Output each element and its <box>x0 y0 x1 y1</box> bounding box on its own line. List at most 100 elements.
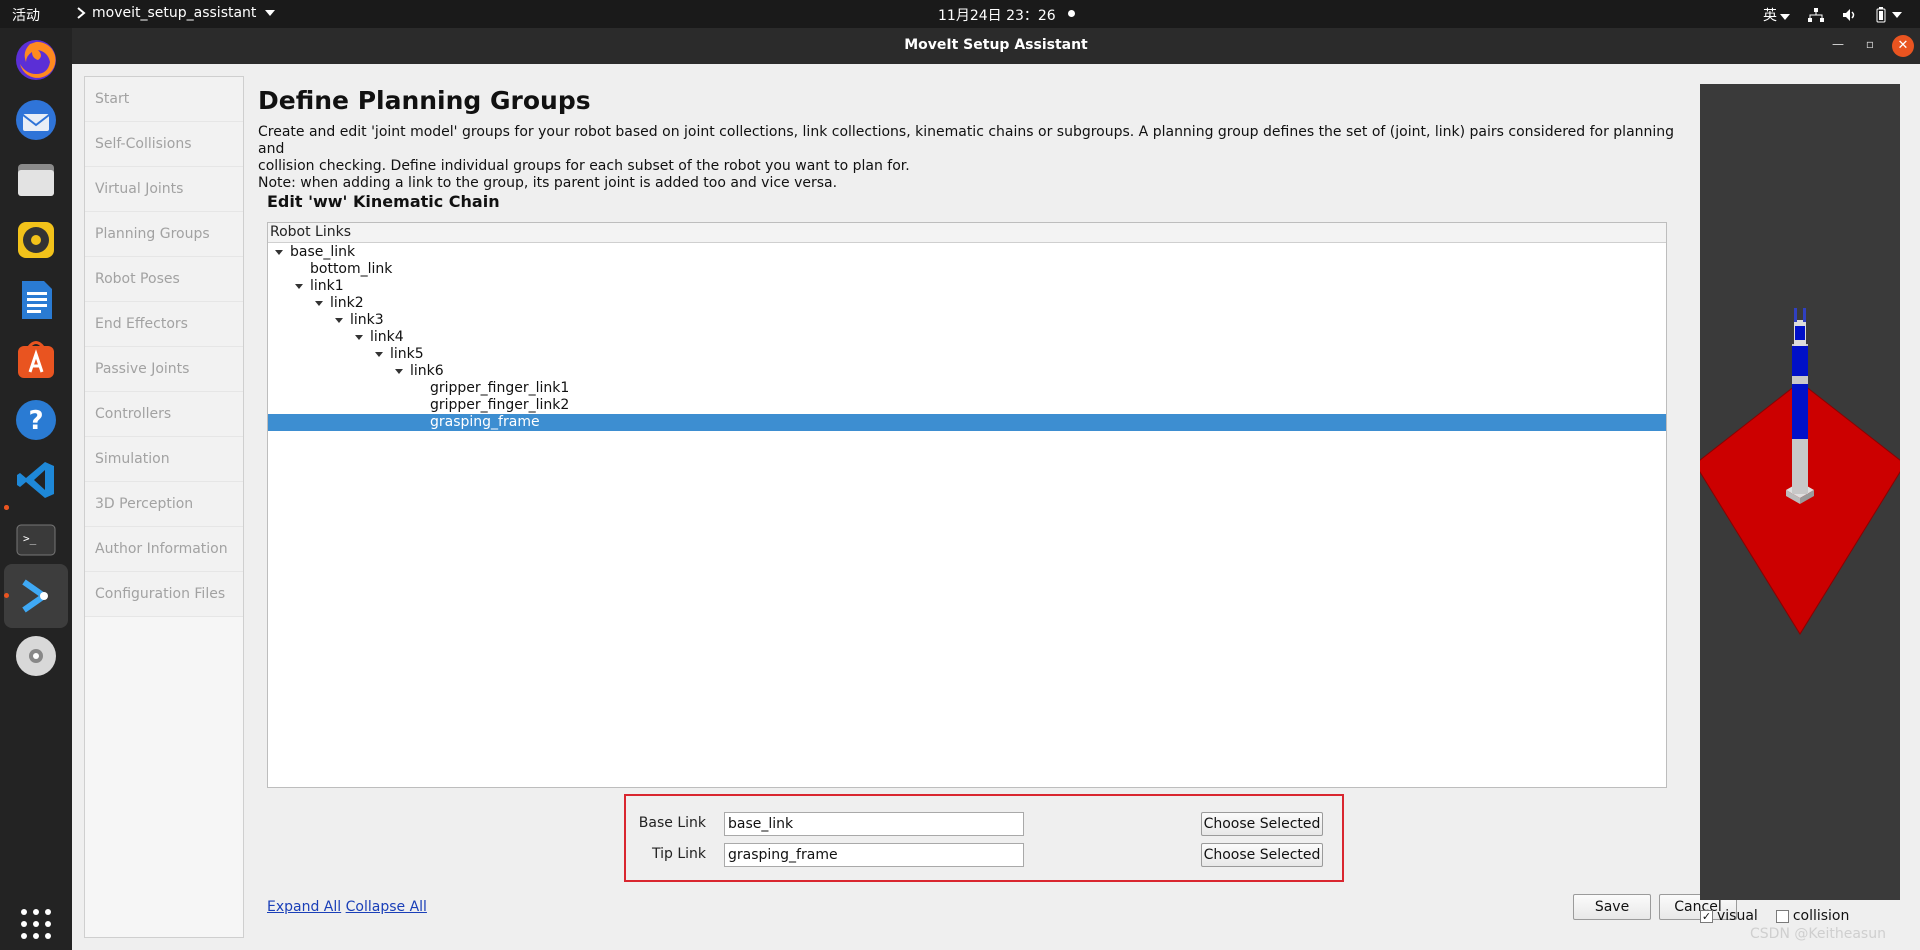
network-icon <box>1808 8 1824 22</box>
expand-arrow-icon[interactable] <box>355 335 363 340</box>
chevron-down-icon <box>265 10 276 16</box>
main-panel: Define Planning Groups Create and edit '… <box>258 76 1737 938</box>
dvd-icon[interactable] <box>12 632 60 680</box>
nav-item-controllers[interactable]: Controllers <box>85 392 243 437</box>
tree-node-base-link[interactable]: base_link <box>268 244 1666 261</box>
running-indicator-icon <box>4 593 9 598</box>
expand-arrow-icon[interactable] <box>375 352 383 357</box>
choose-selected-base-button[interactable]: Choose Selected <box>1201 812 1323 836</box>
moveit-app-icon[interactable] <box>12 572 60 620</box>
tree-node-label: link3 <box>350 312 384 328</box>
maximize-icon[interactable]: ▫ <box>1866 37 1874 51</box>
tree-node-label: bottom_link <box>310 261 393 277</box>
tree-node-link4[interactable]: link4 <box>268 329 1666 346</box>
tree-node-bottom-link[interactable]: bottom_link <box>268 261 1666 278</box>
dock: ? >_ <box>0 28 72 950</box>
collision-checkbox[interactable] <box>1775 909 1789 923</box>
tree-node-link2[interactable]: link2 <box>268 295 1666 312</box>
software-center-icon[interactable] <box>12 336 60 384</box>
vscode-icon[interactable] <box>12 456 60 504</box>
firefox-icon[interactable] <box>12 36 60 84</box>
tree-node-label: gripper_finger_link1 <box>430 380 570 396</box>
help-icon[interactable]: ? <box>12 396 60 444</box>
render-options: ✓ visual collision <box>1700 908 1849 924</box>
nav-item-configuration-files[interactable]: Configuration Files <box>85 572 243 617</box>
volume-icon <box>1843 9 1855 21</box>
app-window: MoveIt Setup Assistant — ▫ ✕ Start Self-… <box>72 28 1920 950</box>
system-tray[interactable]: 英 <box>1763 5 1902 25</box>
power-menu[interactable] <box>1876 7 1902 23</box>
tree-node-link6[interactable]: link6 <box>268 363 1666 380</box>
writer-icon[interactable] <box>12 276 60 324</box>
collapse-all-link[interactable]: Collapse All <box>346 899 427 915</box>
wizard-nav: Start Self-Collisions Virtual Joints Pla… <box>84 76 244 938</box>
tree-node-label: link4 <box>370 329 404 345</box>
tree-node-link1[interactable]: link1 <box>268 278 1666 295</box>
robot-3d-view[interactable] <box>1700 84 1900 900</box>
expand-arrow-icon[interactable] <box>295 284 303 289</box>
expand-arrow-icon[interactable] <box>395 369 403 374</box>
chain-links-box: Base Link Choose Selected Tip Link Choos… <box>624 794 1344 882</box>
tree-expand-links: Expand All Collapse All <box>267 899 427 915</box>
tree-node-gripper-finger-link2[interactable]: gripper_finger_link2 <box>268 397 1666 414</box>
window-title: MoveIt Setup Assistant <box>904 37 1088 53</box>
nav-item-simulation[interactable]: Simulation <box>85 437 243 482</box>
watermark: CSDN @Keitheasun <box>1750 926 1886 942</box>
app-menu-label: moveit_setup_assistant <box>92 5 257 21</box>
tree-node-link5[interactable]: link5 <box>268 346 1666 363</box>
tree-header: Robot Links <box>268 223 1666 243</box>
show-apps-icon[interactable] <box>12 900 60 948</box>
description-line: Note: when adding a link to the group, i… <box>258 175 838 191</box>
tip-link-label: Tip Link <box>651 846 706 862</box>
base-link-input[interactable] <box>724 812 1024 836</box>
app-icon <box>77 7 86 19</box>
page-title: Define Planning Groups <box>258 86 591 115</box>
nav-item-self-collisions[interactable]: Self-Collisions <box>85 122 243 167</box>
tree-node-label: base_link <box>290 244 356 260</box>
thunderbird-icon[interactable] <box>12 96 60 144</box>
tip-link-input[interactable] <box>724 843 1024 867</box>
top-bar: 活动 moveit_setup_assistant 11月24日 23：26 英 <box>0 0 1920 28</box>
input-method-indicator[interactable]: 英 <box>1763 5 1790 25</box>
choose-selected-tip-button[interactable]: Choose Selected <box>1201 843 1323 867</box>
battery-icon <box>1876 7 1886 23</box>
base-link-label: Base Link <box>638 815 706 831</box>
expand-arrow-icon[interactable] <box>335 318 343 323</box>
nav-item-virtual-joints[interactable]: Virtual Joints <box>85 167 243 212</box>
chevron-down-icon <box>1892 12 1902 18</box>
base-link-row: Base Link Choose Selected <box>626 812 1342 836</box>
nav-item-robot-poses[interactable]: Robot Poses <box>85 257 243 302</box>
clock[interactable]: 11月24日 23：26 <box>938 5 1056 25</box>
rhythmbox-icon[interactable] <box>12 216 60 264</box>
files-icon[interactable] <box>12 156 60 204</box>
running-indicator-icon <box>4 505 9 510</box>
nav-item-author-information[interactable]: Author Information <box>85 527 243 572</box>
close-icon[interactable]: ✕ <box>1892 35 1914 57</box>
svg-text:>_: >_ <box>23 532 37 545</box>
input-method-label: 英 <box>1763 8 1777 24</box>
tree-node-label: link1 <box>310 278 344 294</box>
chevron-down-icon <box>1780 14 1790 20</box>
nav-item-planning-groups[interactable]: Planning Groups <box>85 212 243 257</box>
tree-node-link3[interactable]: link3 <box>268 312 1666 329</box>
app-menu[interactable]: moveit_setup_assistant <box>76 5 276 21</box>
tree-node-label: grasping_frame <box>430 414 540 430</box>
svg-text:?: ? <box>28 406 43 436</box>
nav-item-3d-perception[interactable]: 3D Perception <box>85 482 243 527</box>
expand-all-link[interactable]: Expand All <box>267 899 341 915</box>
expand-arrow-icon[interactable] <box>275 250 283 255</box>
visual-checkbox[interactable]: ✓ <box>1700 909 1713 923</box>
minimize-icon[interactable]: — <box>1832 37 1844 51</box>
activities-button[interactable]: 活动 <box>12 5 40 25</box>
tree-node-grasping-frame[interactable]: grasping_frame <box>268 414 1666 431</box>
tree-node-gripper-finger-link1[interactable]: gripper_finger_link1 <box>268 380 1666 397</box>
description-line: collision checking. Define individual gr… <box>258 158 910 174</box>
save-button[interactable]: Save <box>1573 894 1651 920</box>
expand-arrow-icon[interactable] <box>315 301 323 306</box>
nav-item-passive-joints[interactable]: Passive Joints <box>85 347 243 392</box>
nav-item-start[interactable]: Start <box>85 77 243 122</box>
nav-item-end-effectors[interactable]: End Effectors <box>85 302 243 347</box>
terminal-icon[interactable]: >_ <box>12 516 60 564</box>
robot-links-tree[interactable]: Robot Links base_link bottom_link link1 … <box>267 222 1667 788</box>
title-bar[interactable]: MoveIt Setup Assistant — ▫ ✕ <box>72 28 1920 64</box>
